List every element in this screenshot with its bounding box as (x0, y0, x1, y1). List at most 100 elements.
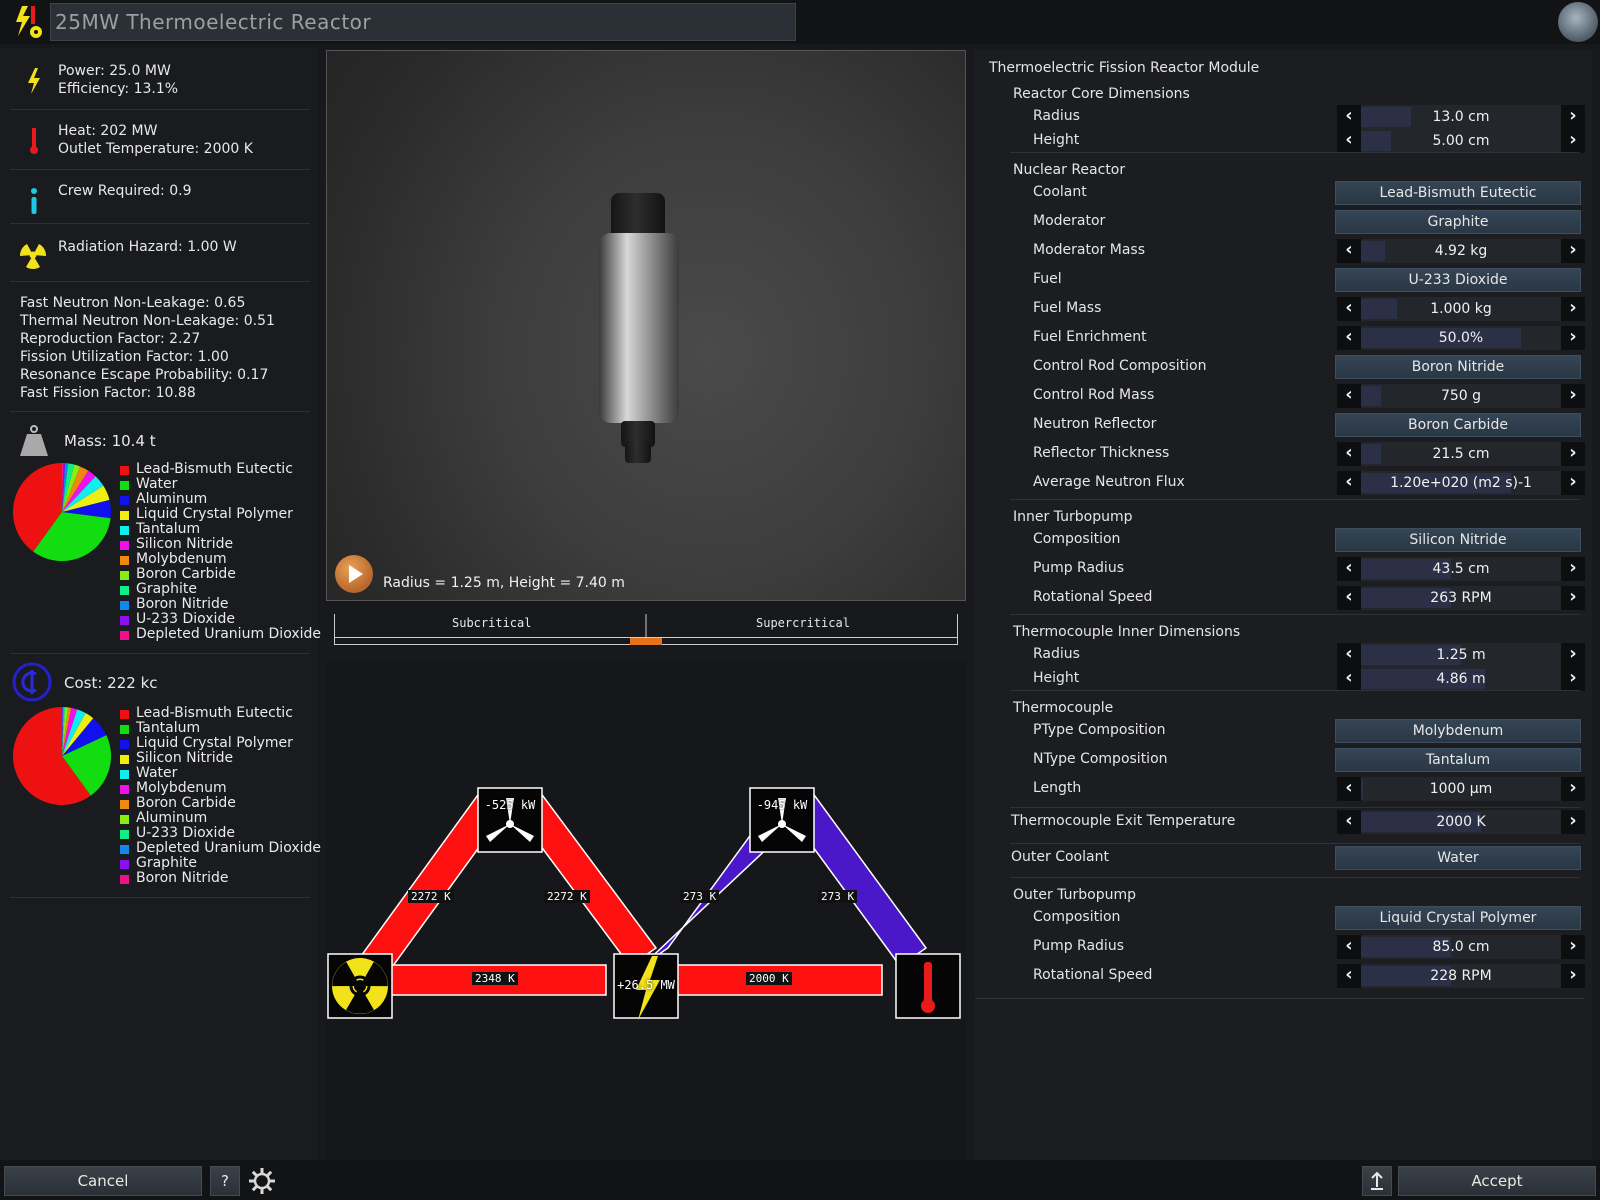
chevron-left-icon[interactable]: ‹ (1337, 239, 1361, 263)
stepper-value[interactable]: 5.00 cm (1361, 129, 1561, 153)
chevron-left-icon[interactable]: ‹ (1337, 777, 1361, 801)
stepper-value[interactable]: 43.5 cm (1361, 557, 1561, 581)
reflector-thickness-stepper[interactable]: ‹ › 21.5 cm (1337, 442, 1585, 466)
legend-swatch (120, 586, 129, 595)
stepper-value[interactable]: 2000 K (1361, 810, 1561, 834)
stepper-value[interactable]: 21.5 cm (1361, 442, 1561, 466)
stepper-value[interactable]: 50.0% (1361, 326, 1561, 350)
legend-swatch (120, 770, 129, 779)
cost-pie-chart (12, 707, 112, 805)
temp-label-core-out: 2348 K (472, 972, 518, 985)
fuel-select[interactable]: U-233 Dioxide (1335, 268, 1581, 292)
thermocouple-exit-temperature-stepper[interactable]: ‹ › 2000 K (1337, 810, 1585, 834)
chevron-left-icon[interactable]: ‹ (1337, 586, 1361, 610)
settings-gear-button[interactable] (247, 1166, 277, 1196)
stepper-value[interactable]: 1.25 m (1361, 643, 1561, 667)
fuel-mass-stepper[interactable]: ‹ › 1.000 kg (1337, 297, 1585, 321)
section-reactor-core-dimensions: Reactor Core Dimensions (1013, 86, 1190, 102)
chevron-right-icon[interactable]: › (1561, 810, 1585, 834)
mass-legend-item: Water (120, 477, 321, 492)
cancel-button[interactable]: Cancel (4, 1166, 202, 1196)
mass-legend-item: Liquid Crystal Polymer (120, 507, 321, 522)
fuel-enrichment-stepper[interactable]: ‹ › 50.0% (1337, 326, 1585, 350)
chevron-right-icon[interactable]: › (1561, 643, 1585, 667)
chevron-right-icon[interactable]: › (1561, 129, 1585, 153)
chevron-left-icon[interactable]: ‹ (1337, 384, 1361, 408)
chevron-right-icon[interactable]: › (1561, 935, 1585, 959)
chevron-left-icon[interactable]: ‹ (1337, 935, 1361, 959)
chevron-left-icon[interactable]: ‹ (1337, 557, 1361, 581)
chevron-right-icon[interactable]: › (1561, 777, 1585, 801)
export-button[interactable] (1362, 1166, 1392, 1196)
chevron-right-icon[interactable]: › (1561, 586, 1585, 610)
chevron-right-icon[interactable]: › (1561, 667, 1585, 691)
composition-select[interactable]: Liquid Crystal Polymer (1335, 906, 1581, 930)
radius-stepper[interactable]: ‹ › 1.25 m (1337, 643, 1585, 667)
ship-icon[interactable] (1558, 2, 1598, 42)
chevron-right-icon[interactable]: › (1561, 471, 1585, 495)
chevron-right-icon[interactable]: › (1561, 239, 1585, 263)
legend-label: Depleted Uranium Dioxide (136, 626, 322, 642)
stepper-value[interactable]: 750 g (1361, 384, 1561, 408)
chevron-left-icon[interactable]: ‹ (1337, 643, 1361, 667)
stepper-value[interactable]: 1.20e+020 (m2 s)-1 (1361, 471, 1561, 495)
legend-swatch (120, 481, 129, 490)
height-stepper[interactable]: ‹ › 5.00 cm (1337, 129, 1585, 153)
chevron-left-icon[interactable]: ‹ (1337, 326, 1361, 350)
control-rod-mass-stepper[interactable]: ‹ › 750 g (1337, 384, 1585, 408)
reactor-3d-preview[interactable]: Radius = 1.25 m, Height = 7.40 m (326, 50, 966, 601)
help-button[interactable]: ? (210, 1166, 240, 1196)
bottom-bar: Cancel ? Accept (0, 1160, 1600, 1200)
chevron-right-icon[interactable]: › (1561, 105, 1585, 129)
height-stepper[interactable]: ‹ › 4.86 m (1337, 667, 1585, 691)
composition-select[interactable]: Silicon Nitride (1335, 528, 1581, 552)
legend-label: Silicon Nitride (136, 536, 234, 552)
label-length: Length (1033, 780, 1082, 796)
average-neutron-flux-stepper[interactable]: ‹ › 1.20e+020 (m2 s)-1 (1337, 471, 1585, 495)
section-thermocouple-inner-dimensions: Thermocouple Inner Dimensions (1013, 624, 1241, 640)
pump-radius-stepper[interactable]: ‹ › 85.0 cm (1337, 935, 1585, 959)
pump-radius-stepper[interactable]: ‹ › 43.5 cm (1337, 557, 1585, 581)
chevron-left-icon[interactable]: ‹ (1337, 297, 1361, 321)
ptype-composition-select[interactable]: Molybdenum (1335, 719, 1581, 743)
reactor-name-input[interactable]: 25MW Thermoelectric Reactor (50, 3, 796, 41)
length-stepper[interactable]: ‹ › 1000 µm (1337, 777, 1585, 801)
chevron-left-icon[interactable]: ‹ (1337, 810, 1361, 834)
stepper-value[interactable]: 85.0 cm (1361, 935, 1561, 959)
chevron-left-icon[interactable]: ‹ (1337, 442, 1361, 466)
moderator-mass-stepper[interactable]: ‹ › 4.92 kg (1337, 239, 1585, 263)
radius-stepper[interactable]: ‹ › 13.0 cm (1337, 105, 1585, 129)
control-rod-composition-select[interactable]: Boron Nitride (1335, 355, 1581, 379)
chevron-right-icon[interactable]: › (1561, 384, 1585, 408)
module-title: Thermoelectric Fission Reactor Module (989, 60, 1260, 76)
chevron-right-icon[interactable]: › (1561, 326, 1585, 350)
stepper-value[interactable]: 4.92 kg (1361, 239, 1561, 263)
moderator-select[interactable]: Graphite (1335, 210, 1581, 234)
chevron-left-icon[interactable]: ‹ (1337, 667, 1361, 691)
chevron-left-icon[interactable]: ‹ (1337, 105, 1361, 129)
label-average-neutron-flux: Average Neutron Flux (1033, 474, 1185, 490)
rotational-speed-stepper[interactable]: ‹ › 263 RPM (1337, 586, 1585, 610)
chevron-right-icon[interactable]: › (1561, 442, 1585, 466)
chevron-right-icon[interactable]: › (1561, 964, 1585, 988)
chevron-left-icon[interactable]: ‹ (1337, 471, 1361, 495)
stepper-value[interactable]: 13.0 cm (1361, 105, 1561, 129)
neutron-reflector-select[interactable]: Boron Carbide (1335, 413, 1581, 437)
stepper-value[interactable]: 263 RPM (1361, 586, 1561, 610)
play-button[interactable] (335, 555, 373, 593)
stepper-value[interactable]: 4.86 m (1361, 667, 1561, 691)
accept-button[interactable]: Accept (1398, 1166, 1596, 1196)
legend-label: Tantalum (136, 521, 201, 537)
ntype-composition-select[interactable]: Tantalum (1335, 748, 1581, 772)
coolant-select[interactable]: Lead-Bismuth Eutectic (1335, 181, 1581, 205)
stepper-value[interactable]: 228 RPM (1361, 964, 1561, 988)
chevron-right-icon[interactable]: › (1561, 297, 1585, 321)
chevron-right-icon[interactable]: › (1561, 557, 1585, 581)
chevron-left-icon[interactable]: ‹ (1337, 964, 1361, 988)
label-neutron-reflector: Neutron Reflector (1033, 416, 1157, 432)
stepper-value[interactable]: 1000 µm (1361, 777, 1561, 801)
stepper-value[interactable]: 1.000 kg (1361, 297, 1561, 321)
chevron-left-icon[interactable]: ‹ (1337, 129, 1361, 153)
rotational-speed-stepper[interactable]: ‹ › 228 RPM (1337, 964, 1585, 988)
outer-coolant-select[interactable]: Water (1335, 846, 1581, 870)
